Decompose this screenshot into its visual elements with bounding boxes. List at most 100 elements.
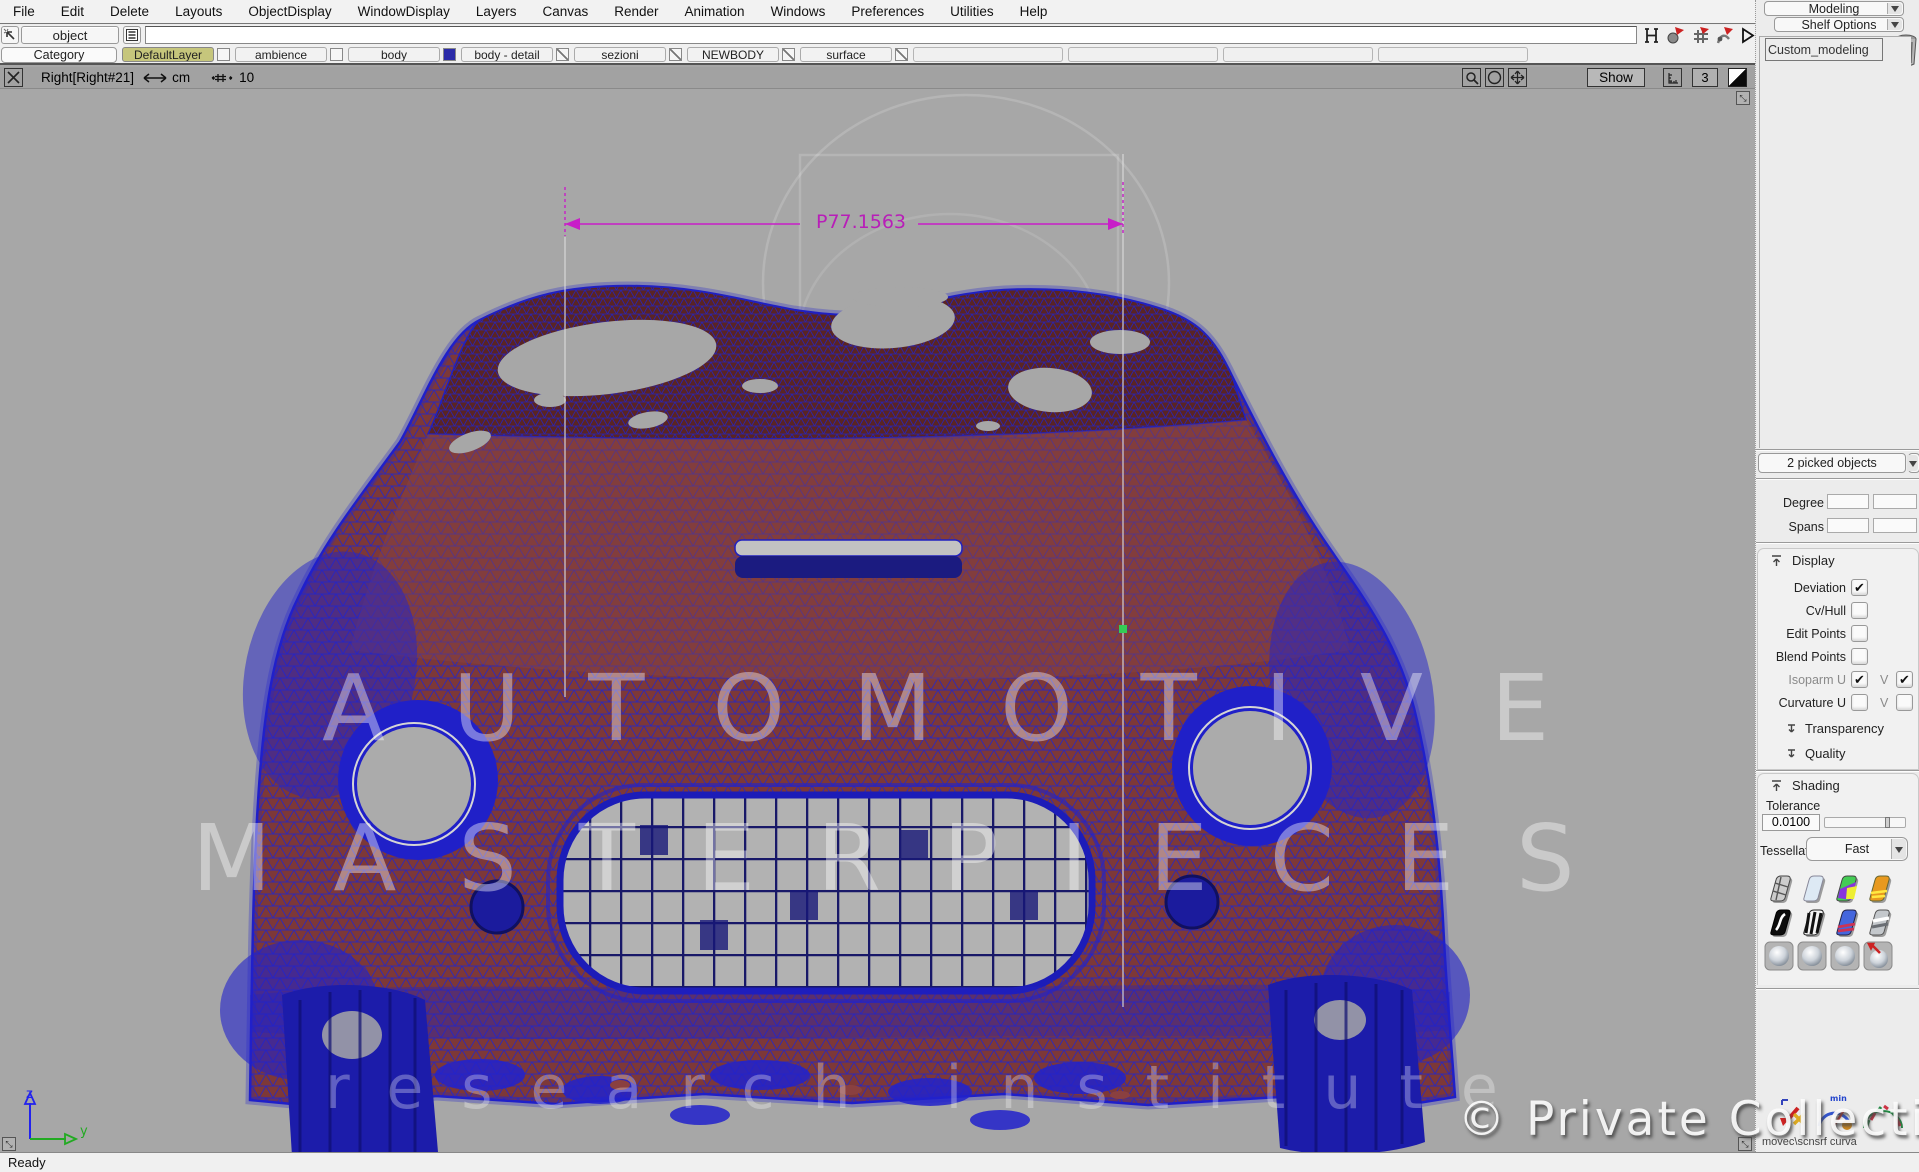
object-mode-button[interactable]: object [21,26,119,44]
spans-field-u[interactable] [1827,518,1869,533]
zebra-stripes-icon[interactable] [1797,907,1827,937]
shelf-menu-dropdown[interactable]: Modeling [1764,1,1904,16]
command-line-input[interactable] [145,26,1637,44]
layer-tab-empty-4[interactable] [1378,47,1528,62]
ruler-icon[interactable] [1663,68,1682,87]
curvature-comb-tool-icon[interactable] [1860,1096,1906,1132]
degree-field-v[interactable] [1873,494,1917,509]
curvature-u-checkbox[interactable] [1851,694,1868,711]
snap-curve-icon[interactable] [1714,26,1736,45]
shelf-menu-dropdown-arrow[interactable] [1887,3,1902,14]
quality-expander[interactable]: Quality [1786,746,1845,761]
menu-windowdisplay[interactable]: WindowDisplay [345,4,463,19]
picked-objects-dropdown-arrow[interactable] [1908,453,1919,473]
menu-utilities[interactable]: Utilities [937,4,1007,19]
diagnostic-sphere-1-icon[interactable] [1764,941,1794,971]
layer-swatch-body[interactable] [443,48,456,61]
layer-tab-surface[interactable]: surface [800,47,892,62]
zoom-tool-icon[interactable] [1462,68,1481,87]
menu-render[interactable]: Render [601,4,671,19]
pick-tool-button[interactable] [1,26,19,44]
cv-hull-checkbox[interactable] [1851,602,1868,619]
transparency-expander[interactable]: Transparency [1786,721,1884,736]
tolerance-slider[interactable] [1824,817,1906,828]
layer-swatch-ambience[interactable] [330,48,343,61]
layer-swatch-sezioni[interactable] [669,48,682,61]
diagnostic-sphere-2-icon[interactable] [1797,941,1827,971]
menu-file[interactable]: File [0,4,48,19]
units-arrow-icon [142,72,168,84]
menu-animation[interactable]: Animation [672,4,758,19]
sphere-tool-icon[interactable] [1863,941,1893,971]
viewport-resize-corner-bottom-left[interactable]: ⤡ [2,1137,16,1151]
isoparm-u-label: Isoparm U [1758,673,1846,687]
show-menu-button[interactable]: Show [1587,68,1645,87]
history-icon[interactable] [1643,26,1665,45]
menu-windows[interactable]: Windows [758,4,839,19]
shading-section-header[interactable]: Shading [1770,778,1840,793]
ramp-shade-icon[interactable] [1863,873,1893,903]
layer-tab-empty-1[interactable] [913,47,1063,62]
snap-point-icon[interactable] [1665,26,1687,45]
shelf-options-dropdown[interactable]: Shelf Options [1774,17,1904,32]
viewport-close-icon[interactable] [4,68,23,87]
move-component-tool-icon[interactable] [1778,1096,1808,1132]
menu-help[interactable]: Help [1007,4,1061,19]
display-section-header[interactable]: Display [1770,553,1835,568]
layer-tab-body-detail[interactable]: body - detail [461,47,553,62]
layer-swatch-newbody[interactable] [782,48,795,61]
deviation-checkbox[interactable]: ✔ [1851,579,1868,596]
picked-objects-status[interactable]: 2 picked objects [1758,453,1906,473]
wireframe-shade-icon[interactable] [1764,873,1794,903]
layer-tab-ambience[interactable]: ambience [235,47,327,62]
chrome-shade-icon[interactable] [1863,907,1893,937]
isoparm-v-checkbox[interactable]: ✔ [1896,671,1913,688]
tolerance-value[interactable]: 0.0100 [1762,814,1820,831]
layer-tab-body[interactable]: body [348,47,440,62]
min-max-gauge-tool-icon[interactable]: min [1814,1092,1854,1134]
snap-grid-icon[interactable] [1690,26,1712,45]
shade-mode-icon[interactable] [1728,68,1747,87]
layer-tab-newbody[interactable]: NEWBODY [687,47,779,62]
blend-points-checkbox[interactable] [1851,648,1868,665]
viewport-resize-corner-bottom-right[interactable]: ⤡ [1738,1137,1752,1151]
menu-preferences[interactable]: Preferences [838,4,937,19]
pan-tool-icon[interactable] [1508,68,1527,87]
layer-tab-empty-2[interactable] [1068,47,1218,62]
layer-swatch-body-detail[interactable] [556,48,569,61]
menu-delete[interactable]: Delete [97,4,162,19]
diagnostic-sphere-3-icon[interactable] [1830,941,1860,971]
tessellation-dropdown[interactable]: Fast [1806,837,1908,861]
degree-field-u[interactable] [1827,494,1869,509]
layer-tab-defaultlayer[interactable]: DefaultLayer [122,47,214,62]
menu-layouts[interactable]: Layouts [162,4,235,19]
layer-tab-empty-3[interactable] [1223,47,1373,62]
surface-evaluate-icon[interactable] [1764,907,1794,937]
single-shade-icon[interactable] [1797,873,1827,903]
scan-mesh-canvas[interactable] [0,90,1755,1152]
isoparm-u-checkbox[interactable]: ✔ [1851,671,1868,688]
menu-canvas[interactable]: Canvas [529,4,601,19]
subdivision-button[interactable]: 3 [1692,68,1718,87]
menu-objectdisplay[interactable]: ObjectDisplay [235,4,344,19]
axis-indicator: z y [4,1087,88,1152]
shelf-area[interactable]: Custom_modeling [1759,36,1911,448]
shelf-tab-custom-modeling[interactable]: Custom_modeling [1765,38,1883,61]
menu-layers[interactable]: Layers [463,4,530,19]
menu-edit[interactable]: Edit [48,4,97,19]
curvature-shade-icon[interactable] [1830,907,1860,937]
layer-swatch-surface[interactable] [895,48,908,61]
look-at-tool-icon[interactable] [1485,68,1504,87]
category-button[interactable]: Category [1,47,117,63]
shelf-options-dropdown-arrow[interactable] [1887,19,1902,30]
spans-field-v[interactable] [1873,518,1917,533]
edit-points-checkbox[interactable] [1851,625,1868,642]
tessellation-dropdown-arrow[interactable] [1891,839,1906,859]
viewport-right-orthographic[interactable]: Right[Right#21] cm 10 Show 3 [0,63,1755,1152]
picker-menu-button[interactable] [123,26,141,44]
curvature-v-checkbox[interactable] [1896,694,1913,711]
multi-color-shade-icon[interactable] [1830,873,1860,903]
layer-swatch-defaultlayer[interactable] [217,48,230,61]
layer-tab-sezioni[interactable]: sezioni [574,47,666,62]
tolerance-slider-thumb[interactable] [1885,817,1890,828]
